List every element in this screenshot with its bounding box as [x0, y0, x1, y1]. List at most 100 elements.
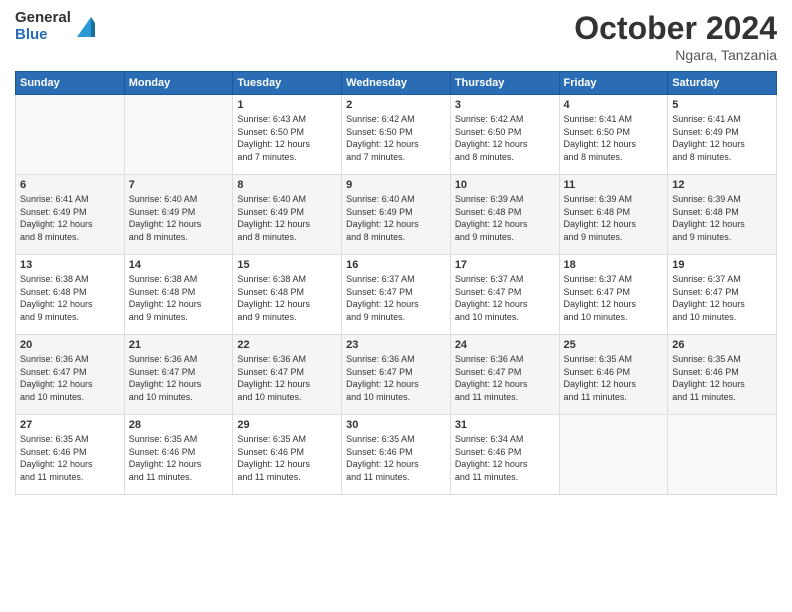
day-number: 2	[346, 99, 446, 111]
calendar-body: 1 Sunrise: 6:43 AM Sunset: 6:50 PM Daylig…	[16, 95, 777, 495]
calendar-day-cell: 30 Sunrise: 6:35 AM Sunset: 6:46 PM Dayli…	[342, 415, 451, 495]
calendar-day-cell: 29 Sunrise: 6:35 AM Sunset: 6:46 PM Dayli…	[233, 415, 342, 495]
day-detail: Sunrise: 6:36 AM Sunset: 6:47 PM Dayligh…	[237, 353, 337, 403]
day-detail: Sunrise: 6:35 AM Sunset: 6:46 PM Dayligh…	[20, 433, 120, 483]
calendar-day-cell: 11Sunrise: 6:39 AM Sunset: 6:48 PM Dayli…	[559, 175, 668, 255]
day-detail: Sunrise: 6:40 AM Sunset: 6:49 PM Dayligh…	[346, 193, 446, 243]
calendar-week-row: 27 Sunrise: 6:35 AM Sunset: 6:46 PM Dayli…	[16, 415, 777, 495]
day-detail: Sunrise: 6:38 AM Sunset: 6:48 PM Dayligh…	[237, 273, 337, 323]
calendar-table: Sunday Monday Tuesday Wednesday Thursday…	[15, 71, 777, 495]
calendar-day-cell: 7 Sunrise: 6:40 AM Sunset: 6:49 PM Daylig…	[124, 175, 233, 255]
calendar-day-cell	[668, 415, 777, 495]
header-thursday: Thursday	[450, 72, 559, 95]
calendar-day-cell: 17 Sunrise: 6:37 AM Sunset: 6:47 PM Dayli…	[450, 255, 559, 335]
day-detail: Sunrise: 6:36 AM Sunset: 6:47 PM Dayligh…	[20, 353, 120, 403]
day-detail: Sunrise: 6:42 AM Sunset: 6:50 PM Dayligh…	[455, 113, 555, 163]
day-detail: Sunrise: 6:38 AM Sunset: 6:48 PM Dayligh…	[20, 273, 120, 323]
header-saturday: Saturday	[668, 72, 777, 95]
calendar-title: October 2024	[574, 10, 777, 47]
day-detail: Sunrise: 6:35 AM Sunset: 6:46 PM Dayligh…	[129, 433, 229, 483]
day-detail: Sunrise: 6:42 AM Sunset: 6:50 PM Dayligh…	[346, 113, 446, 163]
calendar-day-cell	[124, 95, 233, 175]
day-number: 28	[129, 419, 229, 431]
header-tuesday: Tuesday	[233, 72, 342, 95]
day-detail: Sunrise: 6:37 AM Sunset: 6:47 PM Dayligh…	[455, 273, 555, 323]
header-sunday: Sunday	[16, 72, 125, 95]
logo-text-blue: Blue	[15, 27, 71, 44]
day-number: 4	[564, 99, 664, 111]
day-detail: Sunrise: 6:40 AM Sunset: 6:49 PM Dayligh…	[129, 193, 229, 243]
day-detail: Sunrise: 6:35 AM Sunset: 6:46 PM Dayligh…	[672, 353, 772, 403]
calendar-day-cell: 13 Sunrise: 6:38 AM Sunset: 6:48 PM Dayli…	[16, 255, 125, 335]
day-number: 13	[20, 259, 120, 271]
day-number: 7	[129, 179, 229, 191]
day-number: 17	[455, 259, 555, 271]
calendar-day-cell: 23 Sunrise: 6:36 AM Sunset: 6:47 PM Dayli…	[342, 335, 451, 415]
day-number: 5	[672, 99, 772, 111]
calendar-day-cell: 24Sunrise: 6:36 AM Sunset: 6:47 PM Dayli…	[450, 335, 559, 415]
day-detail: Sunrise: 6:41 AM Sunset: 6:50 PM Dayligh…	[564, 113, 664, 163]
calendar-day-cell: 14Sunrise: 6:38 AM Sunset: 6:48 PM Dayli…	[124, 255, 233, 335]
logo-text-general: General	[15, 10, 71, 27]
day-number: 9	[346, 179, 446, 191]
calendar-day-cell: 26Sunrise: 6:35 AM Sunset: 6:46 PM Dayli…	[668, 335, 777, 415]
calendar-day-cell: 18 Sunrise: 6:37 AM Sunset: 6:47 PM Dayli…	[559, 255, 668, 335]
calendar-day-cell: 4 Sunrise: 6:41 AM Sunset: 6:50 PM Daylig…	[559, 95, 668, 175]
calendar-day-cell: 19 Sunrise: 6:37 AM Sunset: 6:47 PM Dayli…	[668, 255, 777, 335]
day-number: 20	[20, 339, 120, 351]
calendar-day-cell: 3 Sunrise: 6:42 AM Sunset: 6:50 PM Daylig…	[450, 95, 559, 175]
day-number: 3	[455, 99, 555, 111]
day-number: 30	[346, 419, 446, 431]
day-detail: Sunrise: 6:36 AM Sunset: 6:47 PM Dayligh…	[455, 353, 555, 403]
calendar-week-row: 6 Sunrise: 6:41 AM Sunset: 6:49 PM Daylig…	[16, 175, 777, 255]
calendar-day-cell: 25Sunrise: 6:35 AM Sunset: 6:46 PM Dayli…	[559, 335, 668, 415]
day-number: 16	[346, 259, 446, 271]
day-number: 1	[237, 99, 337, 111]
day-number: 25	[564, 339, 664, 351]
day-detail: Sunrise: 6:41 AM Sunset: 6:49 PM Dayligh…	[672, 113, 772, 163]
calendar-day-cell: 10Sunrise: 6:39 AM Sunset: 6:48 PM Dayli…	[450, 175, 559, 255]
day-number: 27	[20, 419, 120, 431]
calendar-week-row: 20 Sunrise: 6:36 AM Sunset: 6:47 PM Dayli…	[16, 335, 777, 415]
day-number: 31	[455, 419, 555, 431]
weekday-row: Sunday Monday Tuesday Wednesday Thursday…	[16, 72, 777, 95]
calendar-day-cell: 22 Sunrise: 6:36 AM Sunset: 6:47 PM Dayli…	[233, 335, 342, 415]
day-detail: Sunrise: 6:36 AM Sunset: 6:47 PM Dayligh…	[346, 353, 446, 403]
calendar-day-cell: 28 Sunrise: 6:35 AM Sunset: 6:46 PM Dayli…	[124, 415, 233, 495]
day-detail: Sunrise: 6:35 AM Sunset: 6:46 PM Dayligh…	[237, 433, 337, 483]
calendar-subtitle: Ngara, Tanzania	[574, 47, 777, 63]
calendar-week-row: 13 Sunrise: 6:38 AM Sunset: 6:48 PM Dayli…	[16, 255, 777, 335]
logo-sail-icon	[73, 13, 95, 41]
day-number: 12	[672, 179, 772, 191]
day-number: 6	[20, 179, 120, 191]
day-number: 22	[237, 339, 337, 351]
day-detail: Sunrise: 6:34 AM Sunset: 6:46 PM Dayligh…	[455, 433, 555, 483]
calendar-day-cell: 16Sunrise: 6:37 AM Sunset: 6:47 PM Dayli…	[342, 255, 451, 335]
day-detail: Sunrise: 6:37 AM Sunset: 6:47 PM Dayligh…	[672, 273, 772, 323]
day-number: 19	[672, 259, 772, 271]
calendar-page: General Blue October 2024 Ngara, Tanzani…	[0, 0, 792, 612]
logo-container: General Blue	[15, 10, 95, 43]
day-number: 15	[237, 259, 337, 271]
day-number: 10	[455, 179, 555, 191]
day-detail: Sunrise: 6:43 AM Sunset: 6:50 PM Dayligh…	[237, 113, 337, 163]
header-monday: Monday	[124, 72, 233, 95]
calendar-day-cell	[559, 415, 668, 495]
day-number: 18	[564, 259, 664, 271]
logo-text-block: General Blue	[15, 10, 71, 43]
day-number: 23	[346, 339, 446, 351]
calendar-day-cell: 8Sunrise: 6:40 AM Sunset: 6:49 PM Daylig…	[233, 175, 342, 255]
day-detail: Sunrise: 6:35 AM Sunset: 6:46 PM Dayligh…	[346, 433, 446, 483]
header-wednesday: Wednesday	[342, 72, 451, 95]
calendar-day-cell: 9 Sunrise: 6:40 AM Sunset: 6:49 PM Daylig…	[342, 175, 451, 255]
calendar-day-cell: 21Sunrise: 6:36 AM Sunset: 6:47 PM Dayli…	[124, 335, 233, 415]
calendar-day-cell: 12Sunrise: 6:39 AM Sunset: 6:48 PM Dayli…	[668, 175, 777, 255]
header-friday: Friday	[559, 72, 668, 95]
day-number: 29	[237, 419, 337, 431]
day-number: 8	[237, 179, 337, 191]
day-detail: Sunrise: 6:39 AM Sunset: 6:48 PM Dayligh…	[564, 193, 664, 243]
day-detail: Sunrise: 6:41 AM Sunset: 6:49 PM Dayligh…	[20, 193, 120, 243]
day-detail: Sunrise: 6:37 AM Sunset: 6:47 PM Dayligh…	[564, 273, 664, 323]
calendar-day-cell: 20 Sunrise: 6:36 AM Sunset: 6:47 PM Dayli…	[16, 335, 125, 415]
calendar-day-cell: 5 Sunrise: 6:41 AM Sunset: 6:49 PM Daylig…	[668, 95, 777, 175]
